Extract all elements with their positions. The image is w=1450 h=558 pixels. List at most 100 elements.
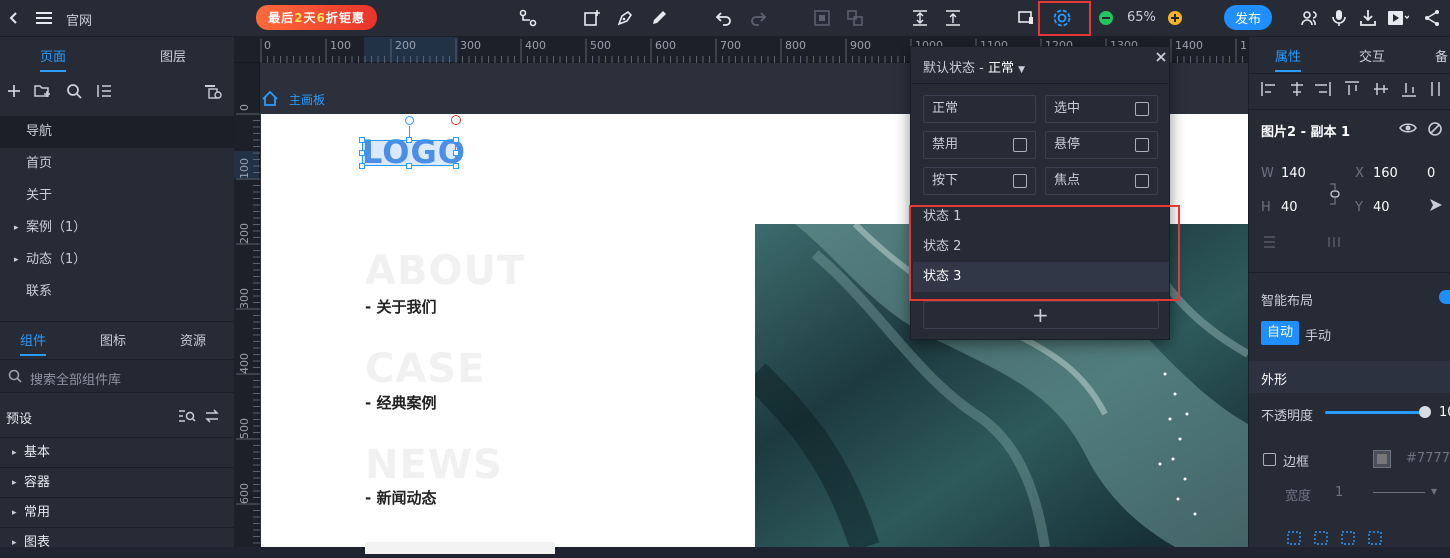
- search-icon[interactable]: [66, 83, 82, 99]
- tab-components[interactable]: 组件: [20, 330, 46, 349]
- visibility-eye-icon[interactable]: [1399, 121, 1417, 135]
- state-disabled[interactable]: 禁用: [923, 131, 1036, 159]
- opacity-value[interactable]: 10: [1439, 405, 1450, 420]
- lock-disable-icon[interactable]: [1427, 121, 1443, 137]
- resize-handle[interactable]: [453, 163, 459, 169]
- group-icon[interactable]: [810, 6, 834, 30]
- promo-badge[interactable]: 最后 2 天 6 折钜惠: [256, 5, 377, 30]
- chevron-right-icon[interactable]: ▸: [14, 244, 19, 276]
- border-color-value[interactable]: #7777: [1406, 451, 1450, 466]
- border-checkbox[interactable]: [1263, 453, 1276, 466]
- page-settings-icon[interactable]: [204, 83, 222, 99]
- page-item-home[interactable]: 首页: [0, 148, 234, 180]
- state-checkbox[interactable]: [1135, 138, 1149, 152]
- send-arrow-icon[interactable]: [1429, 198, 1443, 212]
- rotation-input[interactable]: 0: [1427, 166, 1435, 181]
- state-focus[interactable]: 焦点: [1045, 167, 1158, 195]
- state-dropdown[interactable]: 默认状态 - 正常 ▼: [923, 57, 1025, 76]
- page-item-about[interactable]: 关于: [0, 180, 234, 212]
- left-ruler[interactable]: 0 100 200 300 400 500 600: [234, 63, 260, 547]
- tab-layers[interactable]: 图层: [160, 46, 186, 65]
- resize-handle[interactable]: [453, 150, 459, 156]
- tab-notes[interactable]: 备: [1435, 46, 1448, 65]
- close-icon[interactable]: [1155, 51, 1167, 63]
- pencil-icon[interactable]: [647, 6, 671, 30]
- opacity-slider-thumb[interactable]: [1419, 406, 1431, 418]
- smart-layout-toggle[interactable]: [1439, 290, 1450, 304]
- section-title-about[interactable]: ABOUT: [365, 248, 525, 294]
- add-folder-icon[interactable]: [34, 83, 52, 99]
- appearance-header[interactable]: 外形: [1249, 361, 1450, 393]
- share-icon[interactable]: [1420, 6, 1444, 30]
- download-icon[interactable]: [1356, 6, 1380, 30]
- redo-icon[interactable]: [746, 6, 770, 30]
- preview-frame-icon[interactable]: [1014, 6, 1038, 30]
- artboard-label[interactable]: 主画板: [289, 91, 325, 108]
- resize-handle[interactable]: [453, 137, 459, 143]
- zoom-out-icon[interactable]: [1094, 6, 1118, 30]
- align-top-icon[interactable]: [941, 6, 965, 30]
- publish-button[interactable]: 发布: [1224, 5, 1272, 30]
- sort-list-icon[interactable]: [96, 83, 112, 99]
- section-sub-case[interactable]: - 经典案例: [365, 392, 436, 413]
- category-container[interactable]: ▸ 容器: [0, 467, 234, 497]
- tab-properties[interactable]: 属性: [1275, 46, 1301, 65]
- border-style-line[interactable]: [1373, 492, 1425, 493]
- back-chevron-icon[interactable]: [2, 6, 26, 30]
- section-sub-news[interactable]: - 新闻动态: [365, 487, 436, 508]
- undo-icon[interactable]: [712, 6, 736, 30]
- resize-handle[interactable]: [359, 163, 365, 169]
- add-frame-icon[interactable]: [580, 6, 604, 30]
- menu-icon[interactable]: [32, 6, 56, 30]
- ungroup-icon[interactable]: [843, 6, 867, 30]
- tab-icons[interactable]: 图标: [100, 330, 126, 349]
- section-title-case[interactable]: CASE: [365, 346, 485, 392]
- swap-icon[interactable]: [205, 409, 219, 423]
- layout-auto-button[interactable]: 自动: [1261, 321, 1299, 345]
- tab-pages[interactable]: 页面: [40, 46, 66, 65]
- state-selected[interactable]: 选中: [1045, 95, 1158, 123]
- state-pressed[interactable]: 按下: [923, 167, 1036, 195]
- play-preview-icon[interactable]: [1386, 6, 1410, 30]
- page-item-contact[interactable]: 联系: [0, 276, 234, 308]
- radius-handle[interactable]: [451, 115, 461, 125]
- chevron-right-icon[interactable]: ▸: [14, 212, 19, 244]
- opacity-slider-track[interactable]: [1325, 411, 1425, 414]
- pen-tool-icon[interactable]: [613, 6, 637, 30]
- zoom-in-icon[interactable]: [1163, 6, 1187, 30]
- align-middle-icon[interactable]: [908, 6, 932, 30]
- category-basic[interactable]: ▸ 基本: [0, 437, 234, 467]
- site-name[interactable]: 官网: [66, 10, 92, 29]
- filter-search-icon[interactable]: [178, 409, 196, 423]
- connector-icon[interactable]: [516, 6, 540, 30]
- tab-resources[interactable]: 资源: [180, 330, 206, 349]
- component-search-field[interactable]: 搜索全部组件库: [0, 359, 234, 393]
- state-checkbox[interactable]: [1135, 174, 1149, 188]
- width-input[interactable]: 140: [1281, 166, 1306, 181]
- border-width-value[interactable]: 1: [1335, 485, 1343, 500]
- add-page-icon[interactable]: [6, 83, 22, 99]
- resize-handle[interactable]: [406, 163, 412, 169]
- rotate-handle[interactable]: [405, 116, 414, 125]
- page-item-nav[interactable]: 导航: [0, 116, 234, 148]
- category-chart[interactable]: ▸ 图表: [0, 527, 234, 557]
- state-normal[interactable]: 正常: [923, 95, 1036, 123]
- height-input[interactable]: 40: [1281, 200, 1298, 215]
- tab-interactions[interactable]: 交互: [1359, 46, 1385, 65]
- team-icon[interactable]: [1298, 6, 1322, 30]
- state-checkbox[interactable]: [1013, 138, 1027, 152]
- link-ratio-icon[interactable]: [1327, 182, 1343, 206]
- border-color-swatch[interactable]: [1373, 450, 1391, 468]
- section-title-news[interactable]: NEWS: [365, 442, 503, 488]
- category-common[interactable]: ▸ 常用: [0, 497, 234, 527]
- y-input[interactable]: 40: [1373, 200, 1390, 215]
- chevron-down-icon[interactable]: ▼: [1431, 487, 1437, 496]
- layer-name[interactable]: 图片2 - 副本 1: [1261, 121, 1350, 140]
- resize-handle[interactable]: [359, 150, 365, 156]
- border-side-icons[interactable]: [1287, 531, 1387, 545]
- state-hover[interactable]: 悬停: [1045, 131, 1158, 159]
- zoom-level[interactable]: 65%: [1127, 10, 1156, 25]
- page-item-news[interactable]: ▸ 动态（1）: [0, 244, 234, 276]
- state-checkbox[interactable]: [1013, 174, 1027, 188]
- state-checkbox[interactable]: [1135, 102, 1149, 116]
